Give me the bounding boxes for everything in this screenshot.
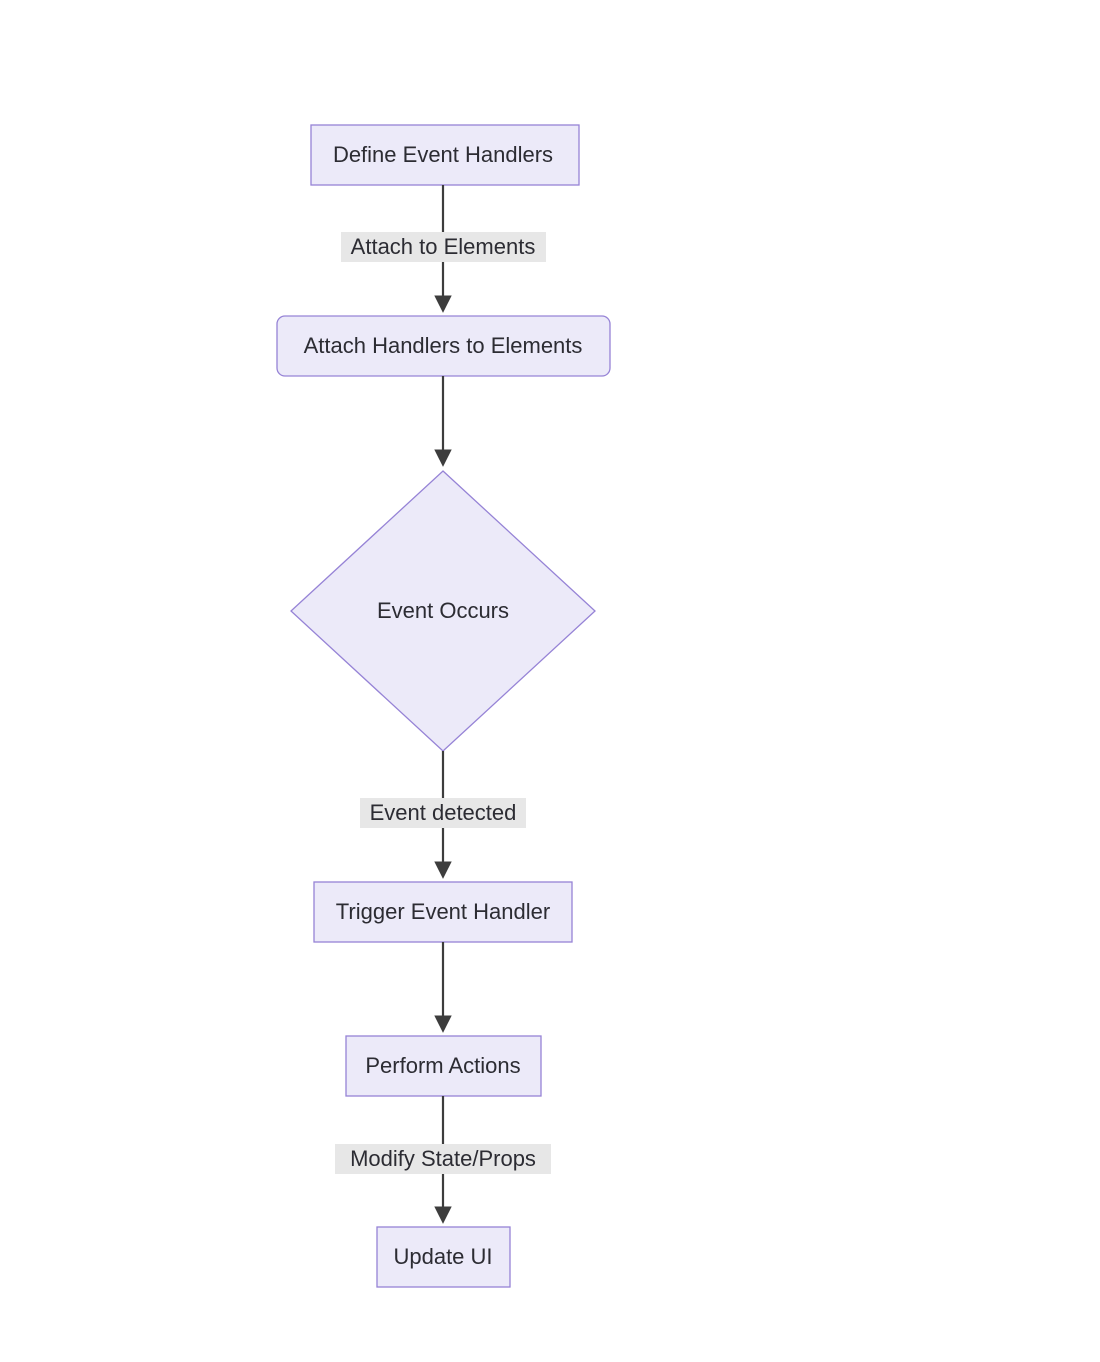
- edge-perform-update: Modify State/Props: [335, 1096, 551, 1221]
- edge-define-attach: Attach to Elements: [341, 185, 546, 310]
- node-perform: Perform Actions: [346, 1036, 541, 1096]
- edge-define-attach-label: Attach to Elements: [351, 234, 536, 259]
- node-event: Event Occurs: [291, 471, 595, 751]
- node-event-label: Event Occurs: [377, 598, 509, 623]
- node-attach: Attach Handlers to Elements: [277, 316, 610, 376]
- flowchart-canvas: Define Event Handlers Attach to Elements…: [0, 0, 1100, 1362]
- edge-event-trigger: Event detected: [360, 751, 526, 876]
- node-update-label: Update UI: [393, 1244, 492, 1269]
- edge-perform-update-label: Modify State/Props: [350, 1146, 536, 1171]
- node-attach-label: Attach Handlers to Elements: [304, 333, 583, 358]
- node-trigger: Trigger Event Handler: [314, 882, 572, 942]
- node-update: Update UI: [377, 1227, 510, 1287]
- node-perform-label: Perform Actions: [365, 1053, 520, 1078]
- edge-event-trigger-label: Event detected: [370, 800, 517, 825]
- node-define-label: Define Event Handlers: [333, 142, 553, 167]
- node-define: Define Event Handlers: [311, 125, 579, 185]
- node-trigger-label: Trigger Event Handler: [336, 899, 550, 924]
